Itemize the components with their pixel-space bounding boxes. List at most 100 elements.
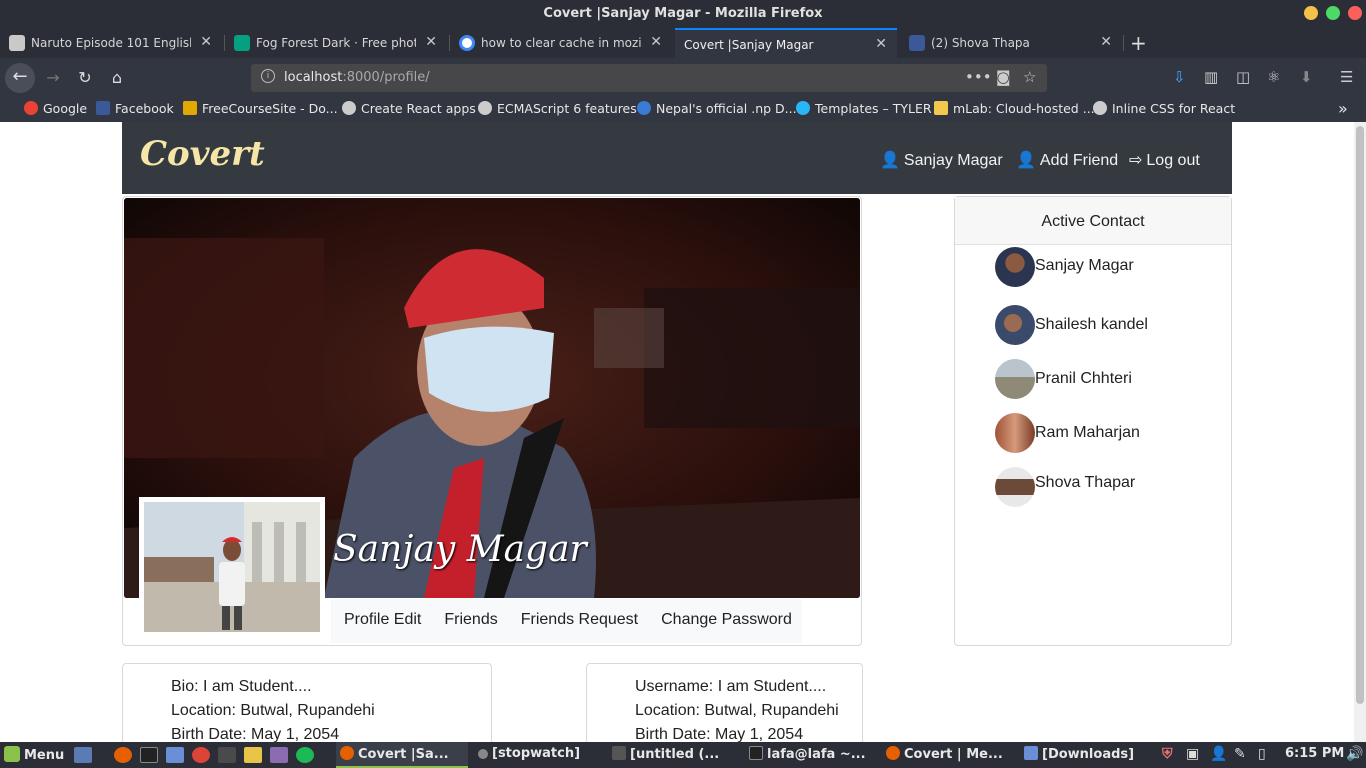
shield-tray-icon[interactable]: ⛨ xyxy=(1162,746,1173,762)
task-downloads[interactable]: [Downloads] xyxy=(1024,746,1134,762)
info-icon[interactable]: i xyxy=(261,69,275,83)
sublime-launcher-icon[interactable] xyxy=(218,747,236,763)
birth-date-text: Birth Date: May 1, 2054 xyxy=(635,726,804,742)
task-untitled[interactable]: [untitled (... xyxy=(612,746,719,762)
start-menu-button[interactable]: Menu xyxy=(4,746,64,763)
show-desktop-icon[interactable] xyxy=(74,747,92,763)
pen-tray-icon[interactable]: ✎ xyxy=(1234,746,1246,762)
bookmark-freecoursesite[interactable]: FreeCourseSite - Do... xyxy=(183,101,338,116)
downloads-icon[interactable]: ⇩ xyxy=(1173,68,1186,86)
terminal-launcher-icon[interactable] xyxy=(140,747,158,763)
page-scrollbar[interactable] xyxy=(1354,122,1366,742)
task-terminal[interactable]: lafa@lafa ~... xyxy=(749,746,866,762)
bookmark-label: Facebook xyxy=(115,101,174,116)
sidebar-icon[interactable]: ◫ xyxy=(1236,68,1250,86)
task-label: [Downloads] xyxy=(1042,747,1135,762)
tab-label: Naruto Episode 101 English D xyxy=(31,36,191,50)
reload-icon[interactable]: ↻ xyxy=(71,64,99,92)
user-tray-icon[interactable]: 👤 xyxy=(1210,746,1227,762)
tab-friends[interactable]: Friends xyxy=(431,599,507,643)
bookmark-label: FreeCourseSite - Do... xyxy=(202,101,338,116)
tab-label: Fog Forest Dark · Free photo xyxy=(256,36,416,50)
chrome-launcher-icon[interactable] xyxy=(192,747,210,763)
site-brand[interactable]: Covert xyxy=(140,134,265,174)
bookmark-nepal-np[interactable]: Nepal's official .np D... xyxy=(637,101,797,116)
battery-tray-icon[interactable]: ▯ xyxy=(1258,746,1266,762)
tab-naruto[interactable]: Naruto Episode 101 English D ✕ xyxy=(0,28,222,58)
user-icon: 👤 xyxy=(880,152,900,169)
browser-toolbar: ← → ↻ ⌂ i localhost:8000/profile/ ••• ◙ … xyxy=(0,58,1366,98)
files-launcher-icon[interactable] xyxy=(166,747,184,763)
contact-name: Shova Thapar xyxy=(1035,474,1136,491)
forward-arrow-icon[interactable]: → xyxy=(39,64,67,92)
bookmark-inline-css[interactable]: Inline CSS for React xyxy=(1093,101,1235,116)
volume-tray-icon[interactable]: 🔊 xyxy=(1346,746,1363,762)
task-covert-firefox[interactable]: Covert |Sa... xyxy=(336,742,468,768)
bookmark-label: Create React apps xyxy=(361,101,476,116)
page-actions-icon[interactable]: ••• xyxy=(965,68,992,86)
tab-friends-request[interactable]: Friends Request xyxy=(508,599,648,643)
close-tab-icon[interactable]: ✕ xyxy=(650,34,662,50)
react-devtools-icon[interactable]: ⚛ xyxy=(1267,68,1280,86)
close-tab-icon[interactable]: ✕ xyxy=(1100,34,1112,50)
task-stopwatch[interactable]: [stopwatch] xyxy=(478,746,580,761)
bookmark-google[interactable]: Google xyxy=(24,101,87,116)
media-launcher-icon[interactable] xyxy=(270,747,288,763)
close-tab-icon[interactable]: ✕ xyxy=(200,34,212,50)
tab-covert[interactable]: Covert |Sanjay Magar ✕ xyxy=(675,28,897,58)
profile-avatar[interactable] xyxy=(144,502,320,632)
spotify-launcher-icon[interactable] xyxy=(296,747,314,763)
scrollbar-thumb[interactable] xyxy=(1356,126,1364,704)
sublime-icon xyxy=(612,746,626,760)
bookmark-label: Templates – TYLER xyxy=(815,101,932,116)
url-text[interactable]: localhost:8000/profile/ xyxy=(284,70,430,85)
tab-change-password[interactable]: Change Password xyxy=(648,599,802,643)
logout-icon: ⇨ xyxy=(1129,152,1143,169)
close-tab-icon[interactable]: ✕ xyxy=(425,34,437,50)
url-host: localhost xyxy=(284,70,343,85)
bookmark-templates-tyler[interactable]: Templates – TYLER xyxy=(796,101,932,116)
tab-google[interactable]: how to clear cache in mozilla ✕ xyxy=(450,28,672,58)
url-path: :8000/profile/ xyxy=(342,70,430,85)
bookmarks-overflow-icon[interactable]: » xyxy=(1338,99,1348,118)
tab-facebook[interactable]: (2) Shova Thapa ✕ xyxy=(900,28,1122,58)
contact-avatar xyxy=(995,359,1035,399)
bookmark-create-react[interactable]: Create React apps xyxy=(342,101,476,116)
new-tab-icon[interactable]: + xyxy=(1130,31,1147,55)
back-arrow-icon[interactable]: ← xyxy=(5,63,35,93)
tab-separator xyxy=(1123,35,1124,51)
bookmark-star-icon[interactable]: ☆ xyxy=(1023,68,1036,86)
contact-avatar xyxy=(995,413,1035,453)
home-icon[interactable]: ⌂ xyxy=(103,64,131,92)
task-label: Covert | Me... xyxy=(904,747,1003,762)
nav-logout-link[interactable]: ⇨ Log out xyxy=(1129,150,1200,170)
tab-profile-edit[interactable]: Profile Edit xyxy=(331,599,431,643)
library-icon[interactable]: ▥ xyxy=(1204,68,1218,86)
clock[interactable]: 6:15 PM xyxy=(1285,746,1344,761)
nav-add-friend-link[interactable]: 👤 Add Friend xyxy=(1016,150,1118,170)
bookmark-facebook[interactable]: Facebook xyxy=(96,101,174,116)
close-button[interactable] xyxy=(1348,6,1362,20)
extension-download-icon[interactable]: ⬇ xyxy=(1300,68,1313,86)
bookmark-label: Nepal's official .np D... xyxy=(656,101,797,116)
bookmark-ecmascript[interactable]: ECMAScript 6 features xyxy=(478,101,637,116)
nav-user-link[interactable]: 👤 Sanjay Magar xyxy=(880,150,1003,170)
task-label: [stopwatch] xyxy=(492,746,581,761)
notes-launcher-icon[interactable] xyxy=(244,747,262,763)
hamburger-menu-icon[interactable]: ☰ xyxy=(1340,68,1353,86)
stopwatch-icon xyxy=(478,749,488,759)
close-tab-icon[interactable]: ✕ xyxy=(875,36,887,52)
minimize-button[interactable] xyxy=(1304,6,1318,20)
task-covert-messenger[interactable]: Covert | Me... xyxy=(886,746,1003,762)
firefox-launcher-icon[interactable] xyxy=(114,747,132,763)
url-bar[interactable]: i localhost:8000/profile/ ••• ◙ ☆ xyxy=(251,64,1047,92)
bookmark-mlab[interactable]: mLab: Cloud-hosted ... xyxy=(934,101,1095,116)
bookmark-label: mLab: Cloud-hosted ... xyxy=(953,101,1095,116)
username-text: Username: I am Student.... xyxy=(635,678,827,695)
pocket-icon[interactable]: ◙ xyxy=(996,68,1011,86)
profile-avatar-frame xyxy=(139,497,325,637)
maximize-button[interactable] xyxy=(1326,6,1340,20)
contact-name: Sanjay Magar xyxy=(1035,257,1134,274)
update-tray-icon[interactable]: ▣ xyxy=(1186,746,1199,762)
tab-pexels[interactable]: Fog Forest Dark · Free photo ✕ xyxy=(225,28,447,58)
